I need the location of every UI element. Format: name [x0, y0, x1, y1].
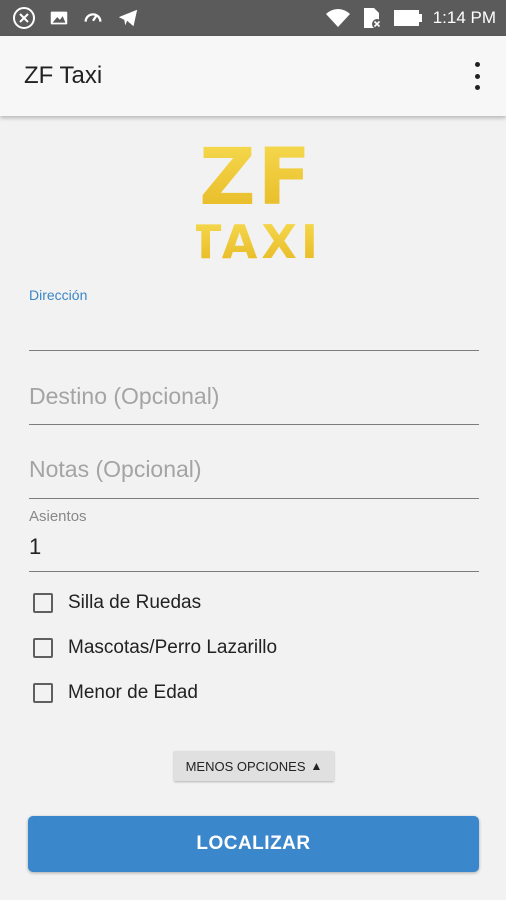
- notas-underline: [29, 498, 479, 499]
- direccion-underline: [29, 350, 479, 351]
- destino-underline: [29, 424, 479, 425]
- direccion-input[interactable]: [29, 310, 479, 350]
- less-options-button[interactable]: MENOS OPCIONES ▲: [174, 751, 334, 781]
- dot-icon: [474, 73, 480, 79]
- checkbox-menor-de-edad[interactable]: Menor de Edad: [33, 682, 198, 704]
- checkbox-icon[interactable]: [33, 683, 53, 703]
- overflow-menu-button[interactable]: [470, 62, 484, 90]
- battery-icon: [393, 10, 422, 26]
- checkbox-mascotas[interactable]: Mascotas/Perro Lazarillo: [33, 637, 277, 659]
- destino-input[interactable]: Destino (Opcional): [29, 383, 219, 410]
- app-title: ZF Taxi: [24, 62, 103, 89]
- logo-line-1: ZF: [199, 133, 313, 223]
- dot-icon: [474, 85, 480, 90]
- status-bar: 1:14 PM: [0, 0, 506, 36]
- checkbox-icon[interactable]: [33, 593, 53, 613]
- checkbox-silla-de-ruedas[interactable]: Silla de Ruedas: [33, 592, 201, 614]
- logo-line-2: TAXI: [196, 215, 316, 264]
- checkbox-label: Mascotas/Perro Lazarillo: [68, 637, 278, 658]
- image-icon: [50, 11, 68, 25]
- triangle-up-icon: ▲: [310, 759, 323, 773]
- notas-input[interactable]: Notas (Opcional): [29, 456, 202, 483]
- checkbox-label: Menor de Edad: [68, 682, 198, 703]
- direccion-label: Dirección: [29, 287, 88, 303]
- asientos-label: Asientos: [29, 508, 87, 525]
- asientos-underline: [29, 571, 479, 572]
- sim-card-icon: [363, 8, 382, 29]
- app-bar: ZF Taxi: [0, 36, 506, 116]
- asientos-input[interactable]: 1: [29, 534, 41, 560]
- system-icons: 1:14 PM: [325, 6, 496, 30]
- notification-icons: [12, 6, 140, 30]
- localizar-button[interactable]: LOCALIZAR: [28, 816, 479, 872]
- wifi-icon: [325, 9, 350, 27]
- clock: 1:14 PM: [432, 8, 496, 27]
- checkbox-icon[interactable]: [33, 638, 53, 658]
- checkbox-label: Silla de Ruedas: [68, 592, 202, 613]
- close-circle-icon: [13, 7, 35, 29]
- zf-taxi-logo: ZF TAXI: [196, 133, 316, 264]
- dot-icon: [474, 62, 480, 67]
- speed-icon: [84, 13, 102, 22]
- telegram-icon: [118, 9, 138, 27]
- less-options-label: MENOS OPCIONES: [185, 758, 306, 774]
